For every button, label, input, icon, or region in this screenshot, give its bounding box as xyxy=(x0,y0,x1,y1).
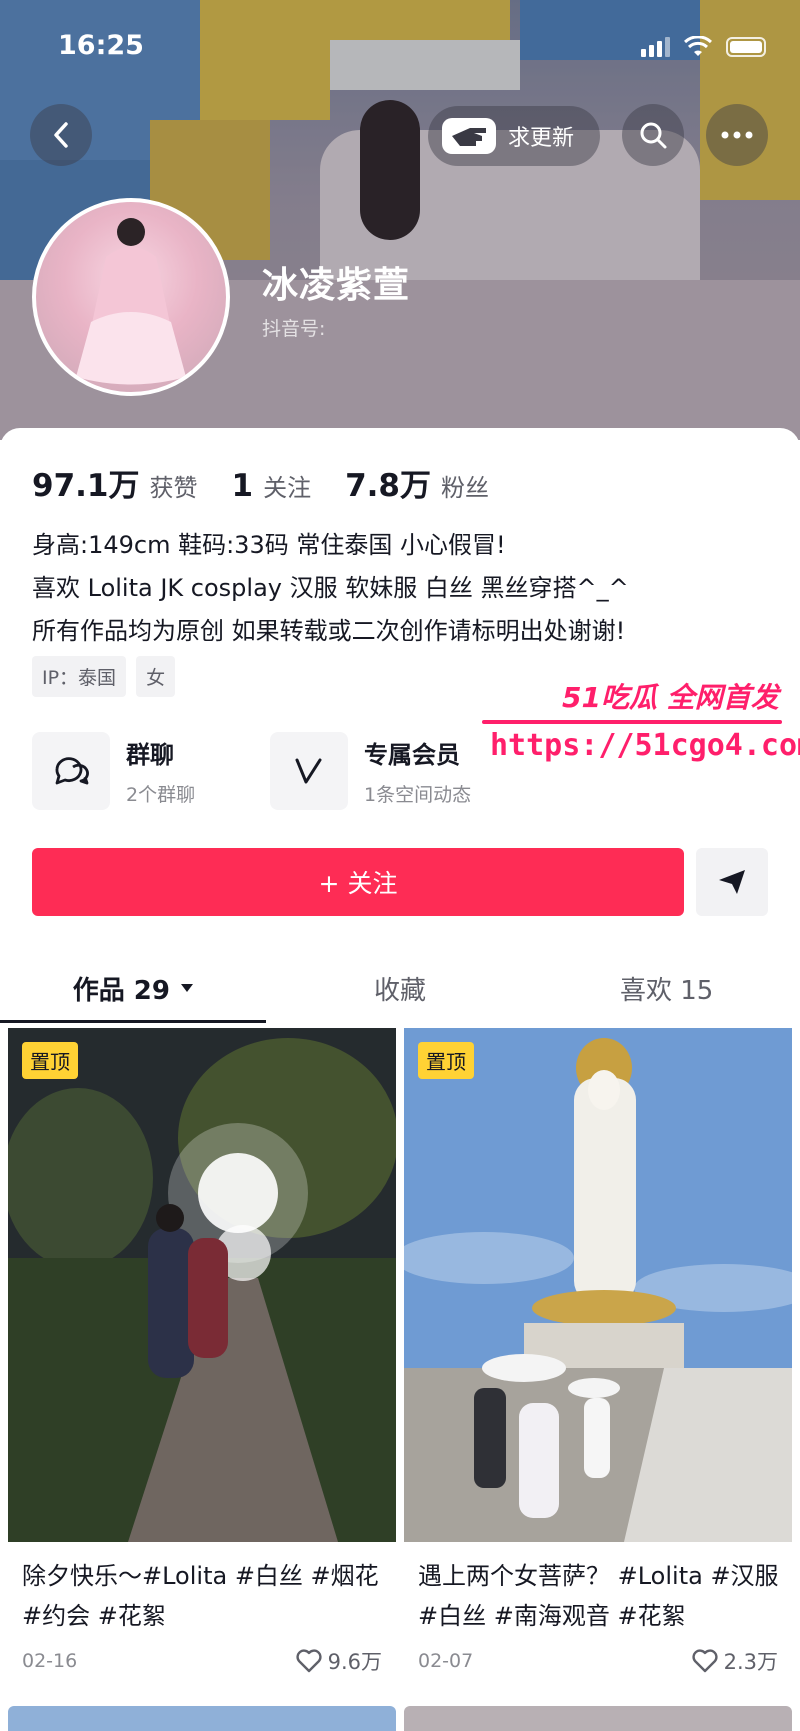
bio-line: 所有作品均为原创 如果转载或二次创作请标明出处谢谢! xyxy=(32,617,626,645)
video-card-partial[interactable] xyxy=(404,1706,792,1731)
avatar-image xyxy=(76,218,186,385)
profile-tags: IP：泰国 女 xyxy=(32,656,176,697)
stat-followers[interactable]: 7.8万 粉丝 xyxy=(345,460,489,505)
bio-line: 身高:149cm 鞋码:33码 常住泰国 小心假冒! xyxy=(32,531,506,559)
douyin-id: 抖音号: xyxy=(262,318,326,340)
signal-icon xyxy=(641,37,670,57)
group-chat-title: 群聊 xyxy=(126,741,174,769)
group-chat-icon xyxy=(32,732,110,810)
pinned-badge: 置顶 xyxy=(22,1042,78,1079)
video-card-partial[interactable] xyxy=(8,1706,396,1731)
bio-line: 喜欢 Lolita JK cosplay 汉服 软妹服 白丝 黑丝穿搭^_^ xyxy=(32,574,629,602)
ip-location-tag: IP：泰国 xyxy=(32,656,127,697)
video-title: 遇上两个女菩萨？ #Lolita #汉服 #白丝 #南海观音 #花絮 xyxy=(418,1562,779,1630)
video-thumbnail xyxy=(8,1028,396,1542)
send-arrow-icon xyxy=(719,870,745,894)
watermark-brand: 51吃瓜 全网首发 xyxy=(562,681,779,714)
watermark: 51吃瓜 全网首发 https://51cgo4.com xyxy=(482,676,800,776)
group-chat-subtitle: 2个群聊 xyxy=(126,784,196,806)
stat-followers-label: 粉丝 xyxy=(441,474,489,502)
stat-likes-value: 97.1万 xyxy=(32,468,140,504)
pinned-badge: 置顶 xyxy=(418,1042,474,1079)
stat-likes[interactable]: 97.1万 获赞 xyxy=(32,460,198,505)
stat-likes-label: 获赞 xyxy=(149,474,198,502)
tab-works[interactable]: 作品 29 xyxy=(0,952,267,1024)
video-likes-count: 2.3万 xyxy=(723,1650,778,1674)
video-likes: 2.3万 xyxy=(692,1646,778,1676)
video-date: 02-16 xyxy=(22,1650,78,1672)
follow-button-label: + 关注 xyxy=(318,869,398,898)
video-likes-count: 9.6万 xyxy=(327,1650,382,1674)
chevron-left-icon xyxy=(54,122,68,148)
battery-icon xyxy=(726,37,766,57)
membership-subtitle: 1条空间动态 xyxy=(364,784,472,806)
profile-bio: 身高:149cm 鞋码:33码 常住泰国 小心假冒! 喜欢 Lolita JK … xyxy=(32,524,629,653)
avatar[interactable] xyxy=(32,198,230,396)
video-card[interactable]: 置顶 遇上两个女菩萨？ #Lolita #汉服 #白丝 #南海观音 #花絮 02… xyxy=(404,1028,792,1696)
wifi-icon xyxy=(684,36,712,56)
video-title: 除夕快乐～#Lolita #白丝 #烟花 #约会 #花絮 xyxy=(22,1562,379,1630)
profile-stats: 97.1万 获赞 1 关注 7.8万 粉丝 xyxy=(32,460,489,505)
tab-favorites-label: 收藏 xyxy=(374,975,427,1006)
stat-following-value: 1 xyxy=(231,468,254,504)
stat-following[interactable]: 1 关注 xyxy=(232,468,312,504)
video-thumbnail xyxy=(404,1028,792,1542)
tab-likes-label: 喜欢 15 xyxy=(620,975,714,1006)
search-icon xyxy=(640,122,667,149)
video-card[interactable]: 置顶 除夕快乐～#Lolita #白丝 #烟花 #约会 #花絮 02-16 9.… xyxy=(8,1028,396,1696)
group-chat-entry[interactable]: 群聊 2个群聊 xyxy=(32,732,195,810)
stat-followers-value: 7.8万 xyxy=(345,468,431,504)
follow-button[interactable]: + 关注 xyxy=(32,848,684,916)
heart-icon xyxy=(692,1649,718,1673)
search-button[interactable] xyxy=(622,104,684,166)
membership-entry[interactable]: 专属会员 1条空间动态 xyxy=(270,732,471,810)
tab-likes[interactable]: 喜欢 15 xyxy=(533,952,800,1024)
share-button[interactable] xyxy=(696,848,768,916)
tab-favorites[interactable]: 收藏 xyxy=(267,952,534,1024)
caret-down-icon xyxy=(180,984,193,992)
more-button[interactable] xyxy=(706,104,768,166)
request-update-label: 求更新 xyxy=(508,126,575,151)
heart-icon xyxy=(296,1649,322,1673)
back-button[interactable] xyxy=(30,104,92,166)
watermark-divider xyxy=(482,720,782,724)
pointing-hand-icon xyxy=(442,118,496,154)
username: 冰凌紫萱 xyxy=(262,265,411,306)
watermark-url: https://51cgo4.com xyxy=(490,728,800,763)
video-likes: 9.6万 xyxy=(296,1646,382,1676)
stat-following-label: 关注 xyxy=(263,474,312,502)
gender-tag: 女 xyxy=(136,656,176,697)
membership-title: 专属会员 xyxy=(364,741,460,769)
status-time: 16:25 xyxy=(58,30,144,61)
status-icons xyxy=(641,36,766,58)
request-update-button[interactable]: 求更新 xyxy=(428,106,600,166)
video-date: 02-07 xyxy=(418,1650,474,1672)
tab-works-label: 作品 29 xyxy=(72,975,170,1006)
membership-v-icon xyxy=(270,732,348,810)
profile-tabs: 作品 29 收藏 喜欢 15 xyxy=(0,952,800,1024)
more-dots-icon xyxy=(721,131,753,139)
active-tab-indicator xyxy=(0,1020,266,1023)
